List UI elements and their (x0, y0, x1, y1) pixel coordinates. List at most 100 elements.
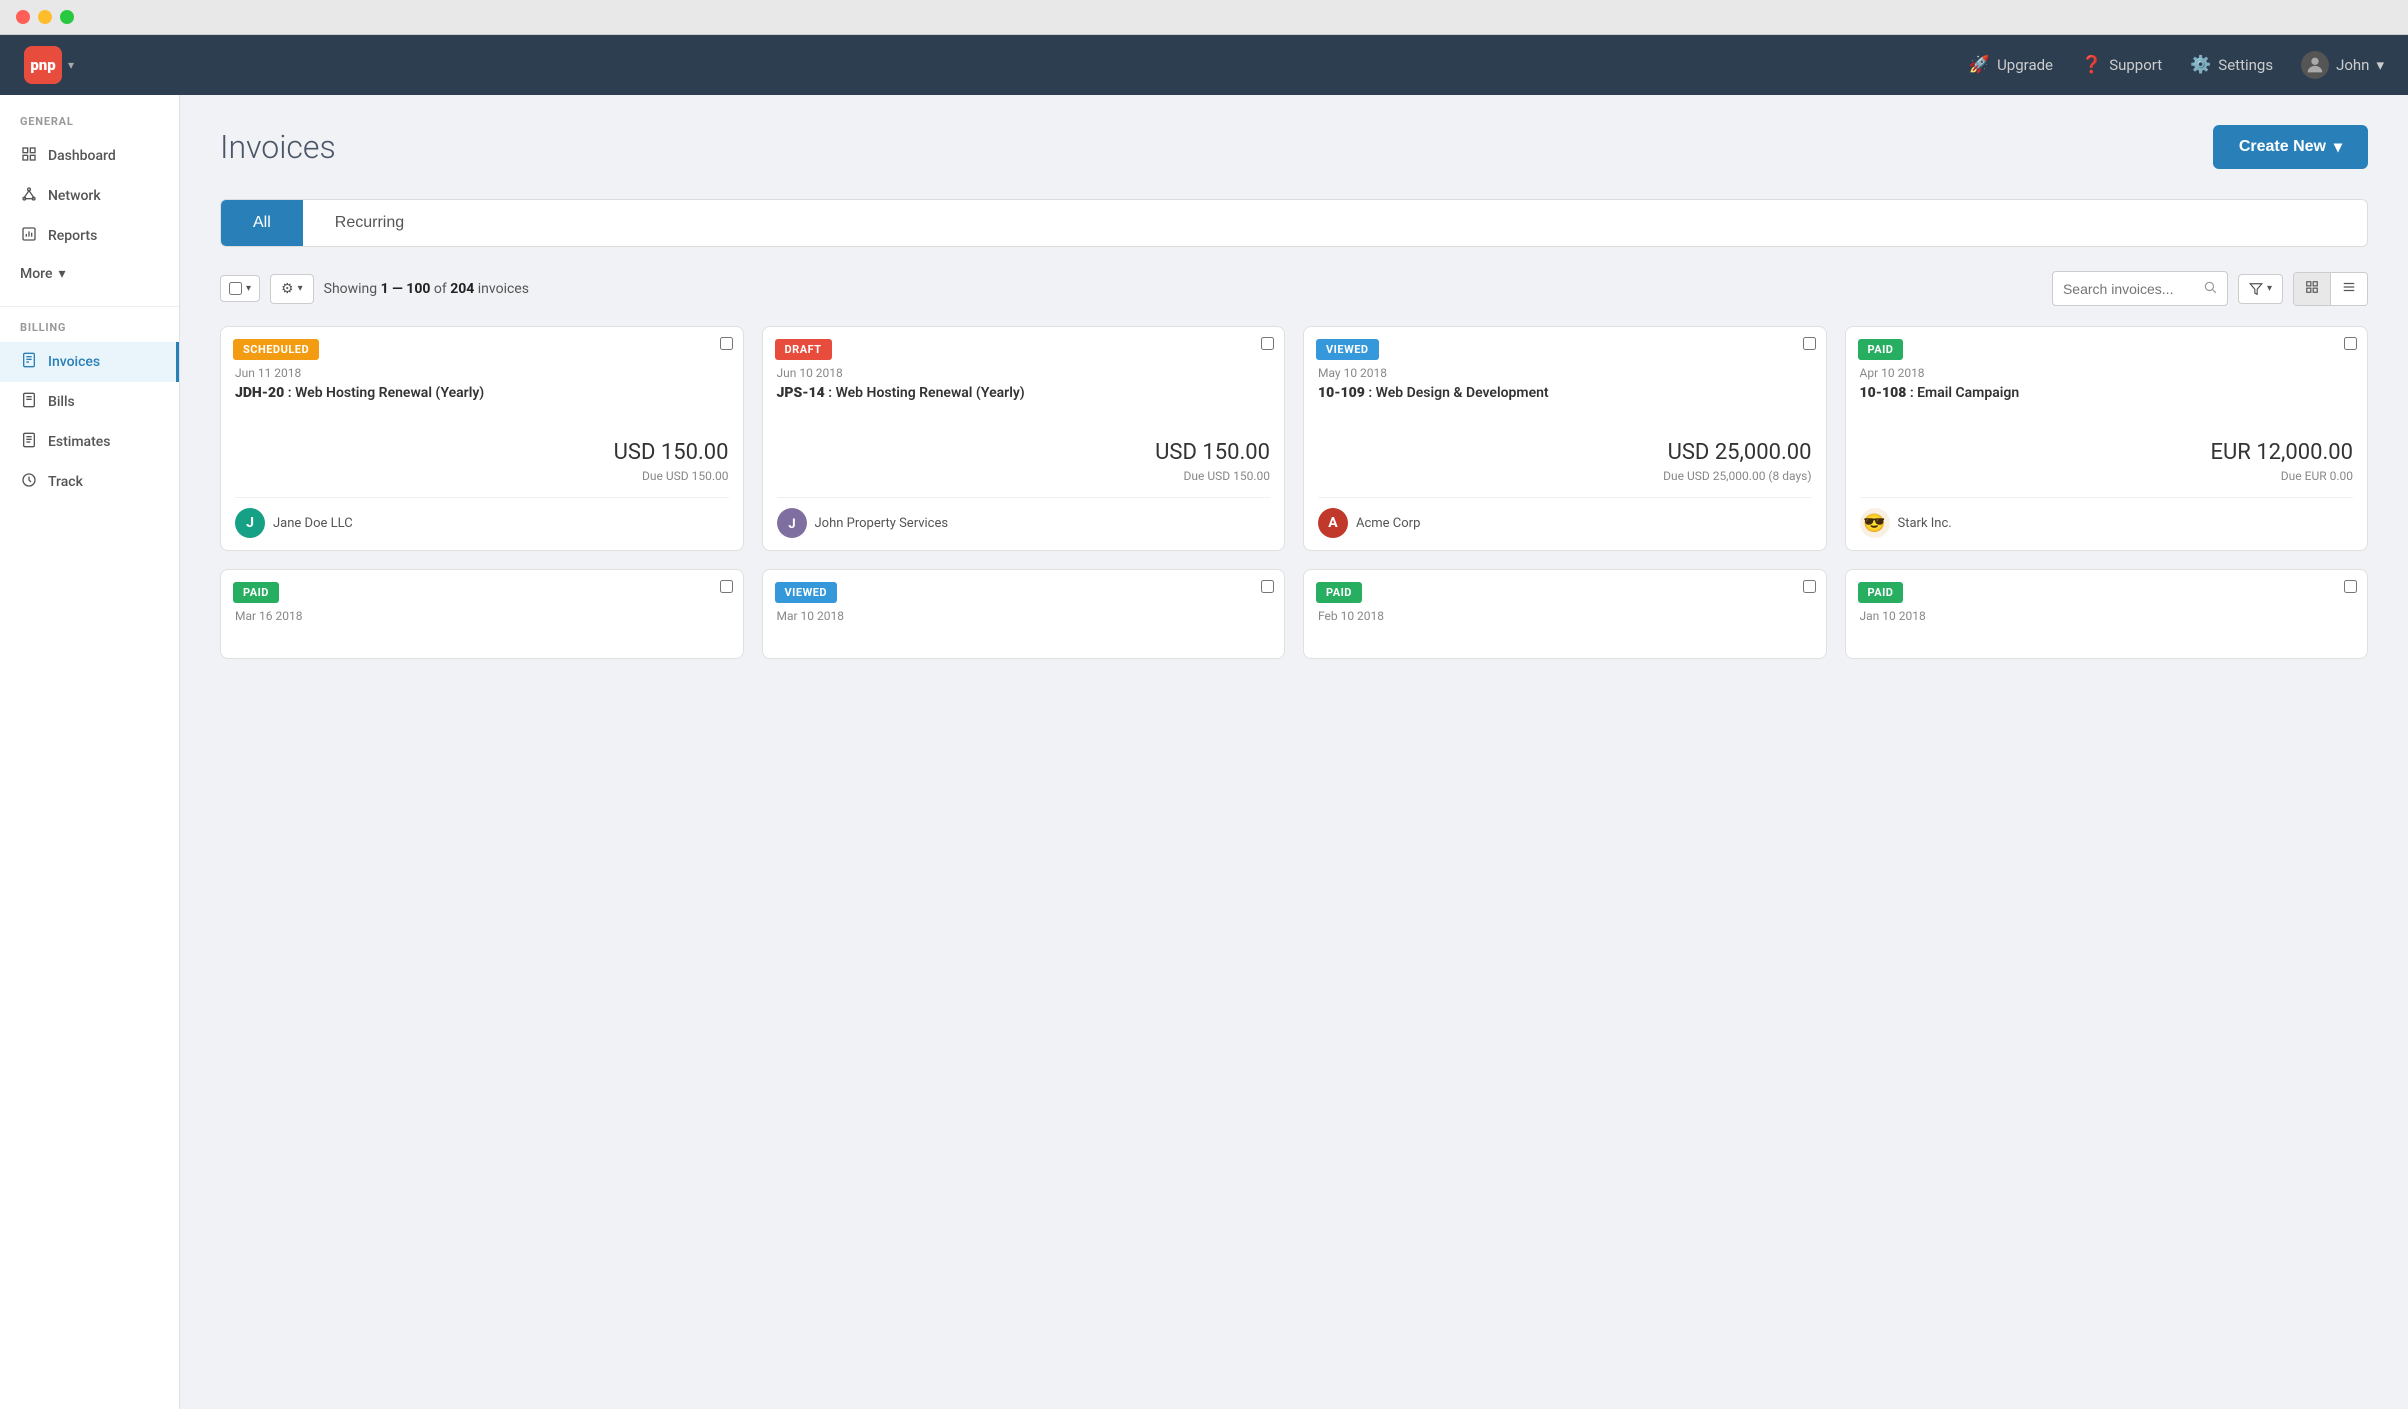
invoice-amount-4: EUR 12,000.00 (1860, 440, 2354, 465)
bills-icon (20, 392, 38, 412)
sidebar-item-reports[interactable]: Reports (0, 216, 179, 256)
browser-dot-green[interactable] (60, 10, 74, 24)
invoice-date-3: May 10 2018 (1318, 366, 1812, 380)
invoice-checkbox-2[interactable] (1261, 337, 1274, 350)
invoice-card-4[interactable]: PAID Apr 10 2018 10-108 : Email Campaign… (1845, 326, 2369, 551)
invoice-checkbox-7[interactable] (1803, 580, 1816, 593)
list-view-button[interactable] (2331, 273, 2367, 305)
support-label: Support (2109, 56, 2162, 74)
invoice-checkbox-5[interactable] (720, 580, 733, 593)
showing-prefix: Showing (324, 281, 381, 297)
invoice-client-2: J John Property Services (777, 497, 1271, 538)
showing-suffix: invoices (474, 281, 529, 297)
sidebar-item-invoices[interactable]: Invoices (0, 342, 179, 382)
invoices-icon (20, 352, 38, 372)
reports-label: Reports (48, 228, 97, 244)
sidebar-item-estimates[interactable]: Estimates (0, 422, 179, 462)
invoice-due-1: Due USD 150.00 (235, 469, 729, 483)
invoice-card-1[interactable]: SCHEDULED Jun 11 2018 JDH-20 : Web Hosti… (220, 326, 744, 551)
invoice-client-1: J Jane Doe LLC (235, 497, 729, 538)
select-all-checkbox[interactable] (229, 282, 242, 295)
select-all-chevron[interactable]: ▾ (246, 283, 251, 294)
browser-dot-yellow[interactable] (38, 10, 52, 24)
user-name: John (2336, 56, 2369, 74)
settings-label: Settings (2218, 56, 2273, 74)
search-icon[interactable] (2193, 272, 2227, 305)
user-avatar (2301, 51, 2329, 79)
more-label: More (20, 266, 53, 282)
invoice-due-3: Due USD 25,000.00 (8 days) (1318, 469, 1812, 483)
invoice-card-3[interactable]: VIEWED May 10 2018 10-109 : Web Design &… (1303, 326, 1827, 551)
invoice-checkbox-4[interactable] (2344, 337, 2357, 350)
logo-chevron[interactable]: ▾ (68, 58, 74, 72)
invoice-card-5[interactable]: PAID Mar 16 2018 (220, 569, 744, 659)
invoice-date-8: Jan 10 2018 (1846, 609, 2368, 623)
invoice-card-body-4: Apr 10 2018 10-108 : Email Campaign EUR … (1846, 366, 2368, 550)
showing-count: 204 (450, 281, 474, 297)
sidebar-divider (0, 306, 179, 307)
invoice-checkbox-3[interactable] (1803, 337, 1816, 350)
invoice-card-7[interactable]: PAID Feb 10 2018 (1303, 569, 1827, 659)
invoice-amount-1: USD 150.00 (235, 440, 729, 465)
user-menu[interactable]: John ▾ (2301, 51, 2384, 79)
svg-text:J: J (788, 517, 795, 532)
invoice-name-4: 10-108 : Email Campaign (1860, 384, 2354, 424)
billing-section-label: BILLING (0, 321, 179, 342)
more-chevron: ▾ (59, 266, 66, 282)
select-all-checkbox-wrap[interactable]: ▾ (220, 275, 260, 302)
support-action[interactable]: ❓ Support (2081, 55, 2162, 75)
sidebar: GENERAL Dashboard Network Reports More ▾… (0, 95, 180, 1409)
status-badge-1: SCHEDULED (233, 339, 319, 360)
status-badge-2: DRAFT (775, 339, 832, 360)
track-icon (20, 472, 38, 492)
settings-action[interactable]: ⚙️ Settings (2190, 55, 2273, 75)
app-logo[interactable]: pnp (24, 46, 62, 84)
invoice-due-2: Due USD 150.00 (777, 469, 1271, 483)
showing-of: of (430, 281, 450, 297)
sidebar-item-network[interactable]: Network (0, 176, 179, 216)
invoice-date-6: Mar 10 2018 (763, 609, 1285, 623)
invoice-card-2[interactable]: DRAFT Jun 10 2018 JPS-14 : Web Hosting R… (762, 326, 1286, 551)
tab-recurring[interactable]: Recurring (303, 200, 436, 246)
invoice-checkbox-6[interactable] (1261, 580, 1274, 593)
upgrade-label: Upgrade (1997, 56, 2053, 74)
invoice-date-2: Jun 10 2018 (777, 366, 1271, 380)
browser-chrome (0, 0, 2408, 35)
status-badge-3: VIEWED (1316, 339, 1379, 360)
invoice-amount-2: USD 150.00 (777, 440, 1271, 465)
invoice-grid-row2: PAID Mar 16 2018 VIEWED Mar 10 2018 PAID… (220, 569, 2368, 659)
sidebar-item-dashboard[interactable]: Dashboard (0, 136, 179, 176)
invoice-date-4: Apr 10 2018 (1860, 366, 2354, 380)
invoice-amount-3: USD 25,000.00 (1318, 440, 1812, 465)
nav-actions: 🚀 Upgrade ❓ Support ⚙️ Settings John ▾ (1969, 51, 2384, 79)
invoice-checkbox-8[interactable] (2344, 580, 2357, 593)
tab-all[interactable]: All (221, 200, 303, 246)
invoice-date-1: Jun 11 2018 (235, 366, 729, 380)
client-avatar-1: J (235, 508, 265, 538)
sidebar-item-track[interactable]: Track (0, 462, 179, 502)
filter-chevron: ▾ (2267, 283, 2272, 294)
client-avatar-2: J (777, 508, 807, 538)
sidebar-item-bills[interactable]: Bills (0, 382, 179, 422)
browser-dot-red[interactable] (16, 10, 30, 24)
bulk-actions-button[interactable]: ⚙ ▾ (270, 274, 314, 304)
upgrade-action[interactable]: 🚀 Upgrade (1969, 55, 2053, 75)
create-new-chevron: ▾ (2334, 137, 2342, 157)
invoice-client-3: A Acme Corp (1318, 497, 1812, 538)
sidebar-more[interactable]: More ▾ (0, 256, 179, 292)
client-avatar-4: 😎 (1860, 508, 1890, 538)
invoice-due-4: Due EUR 0.00 (1860, 469, 2354, 483)
page-header: Invoices Create New ▾ (220, 125, 2368, 169)
tabs-bar: All Recurring (220, 199, 2368, 247)
invoice-card-6[interactable]: VIEWED Mar 10 2018 (762, 569, 1286, 659)
grid-view-button[interactable] (2294, 273, 2331, 305)
upgrade-icon: 🚀 (1969, 55, 1990, 75)
search-input[interactable] (2053, 274, 2193, 304)
user-chevron: ▾ (2376, 56, 2384, 74)
filter-button[interactable]: ▾ (2238, 274, 2283, 304)
create-new-button[interactable]: Create New ▾ (2213, 125, 2368, 169)
invoice-client-4: 😎 Stark Inc. (1860, 497, 2354, 538)
invoice-card-8[interactable]: PAID Jan 10 2018 (1845, 569, 2369, 659)
client-name-4: Stark Inc. (1898, 516, 1952, 531)
invoice-checkbox-1[interactable] (720, 337, 733, 350)
